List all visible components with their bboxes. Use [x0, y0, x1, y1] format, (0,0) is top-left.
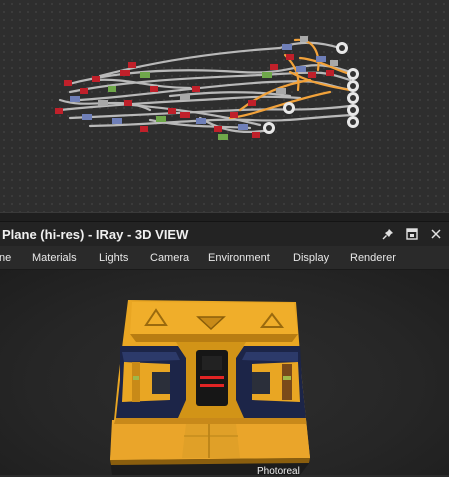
view-titlebar: Plane (hi-res) - IRay - 3D VIEW: [0, 222, 449, 246]
node-graph-canvas[interactable]: [0, 0, 449, 212]
graph-node: [300, 36, 308, 42]
graph-node: [308, 72, 316, 78]
output-node-icon: [347, 80, 359, 92]
rendered-panel-model: [110, 300, 310, 475]
graph-node: [140, 72, 150, 78]
output-node-icon: [283, 102, 295, 114]
menu-item-materials[interactable]: Materials: [32, 252, 77, 264]
graph-node: [316, 56, 326, 62]
graph-node: [270, 64, 278, 70]
pin-icon[interactable]: [381, 227, 395, 241]
graph-node: [92, 76, 100, 82]
restore-window-icon[interactable]: [405, 227, 419, 241]
menu-item-lights[interactable]: Lights: [99, 252, 128, 264]
menu-item-camera[interactable]: Camera: [150, 252, 189, 264]
graph-node: [218, 134, 228, 140]
menu-item-renderer[interactable]: Renderer: [350, 252, 396, 264]
output-node-icon: [336, 42, 348, 54]
graph-node: [196, 118, 206, 124]
panel-splitter[interactable]: [0, 212, 449, 222]
graph-node: [192, 86, 200, 92]
output-node-icon: [347, 104, 359, 116]
graph-node: [286, 54, 294, 60]
graph-node: [180, 94, 190, 100]
3d-viewport[interactable]: [0, 270, 449, 475]
title-buttons: [381, 222, 443, 246]
graph-node: [180, 112, 190, 118]
graph-node: [98, 100, 108, 106]
graph-node: [55, 108, 63, 114]
menu-item-scene[interactable]: ne: [0, 252, 11, 264]
output-node-icon: [347, 68, 359, 80]
output-node-icon: [347, 116, 359, 128]
graph-node: [80, 88, 88, 94]
output-node-icon: [347, 92, 359, 104]
graph-node: [124, 100, 132, 106]
graph-node: [238, 124, 248, 130]
graph-node: [326, 70, 334, 76]
graph-node: [248, 100, 256, 106]
output-node-icon: [263, 122, 275, 134]
graph-node: [214, 126, 222, 132]
graph-node: [70, 96, 80, 102]
graph-node: [82, 114, 92, 120]
graph-node: [140, 126, 148, 132]
graph-node: [128, 62, 136, 68]
graph-node: [120, 70, 130, 76]
graph-node: [252, 132, 260, 138]
graph-node: [168, 108, 176, 114]
menu-item-display[interactable]: Display: [293, 252, 329, 264]
view-title: Plane (hi-res) - IRay - 3D VIEW: [2, 226, 189, 242]
menu-item-environment[interactable]: Environment: [208, 252, 270, 264]
graph-node: [112, 118, 122, 124]
graph-node: [330, 60, 338, 66]
graph-node: [262, 72, 272, 78]
graph-node: [156, 116, 166, 122]
graph-node: [276, 88, 286, 94]
graph-node: [282, 44, 292, 50]
graph-node: [64, 80, 72, 86]
close-icon[interactable]: [429, 227, 443, 241]
node-graph-panel[interactable]: [0, 0, 449, 212]
graph-node: [296, 66, 306, 72]
renderer-mode-label: Photoreal: [257, 466, 300, 477]
graph-node: [108, 86, 116, 92]
view-menubar: ne Materials Lights Camera Environment D…: [0, 246, 449, 270]
graph-node: [150, 86, 158, 92]
graph-node: [230, 112, 238, 118]
